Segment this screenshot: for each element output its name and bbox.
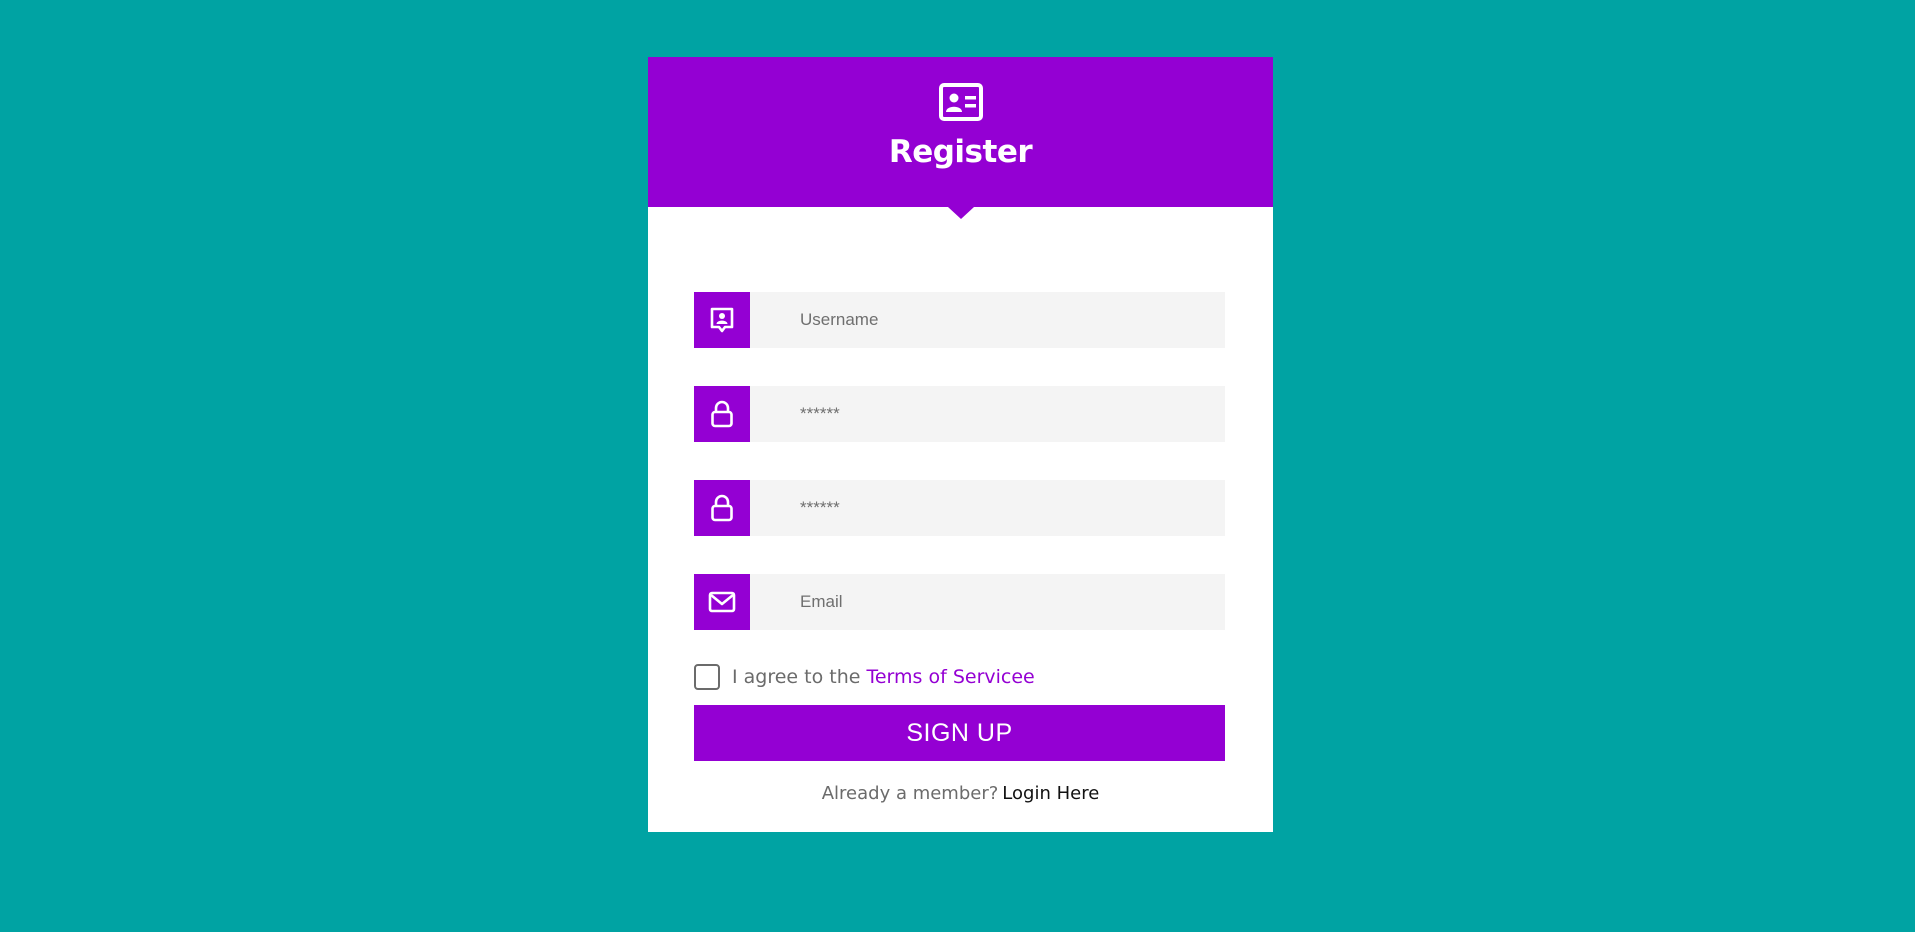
- register-card: Register Username Email I agree to the T…: [648, 57, 1273, 832]
- username-input[interactable]: [750, 292, 1225, 348]
- terms-row: I agree to the Terms of Servicee: [694, 664, 1035, 690]
- lock-icon: [711, 400, 733, 428]
- confirm-password-input[interactable]: [750, 480, 1225, 536]
- envelope-icon: [708, 591, 736, 613]
- member-text: Already a member?: [821, 783, 999, 804]
- login-link[interactable]: Login Here: [1002, 783, 1099, 804]
- login-prompt: Already a member? Login Here: [648, 783, 1273, 804]
- id-card-icon: [938, 83, 983, 121]
- username-field: [694, 292, 1225, 348]
- page-title: Register: [888, 134, 1033, 170]
- terms-checkbox[interactable]: [694, 664, 720, 690]
- confirm-password-field: [694, 480, 1225, 536]
- card-header: Register: [648, 57, 1273, 219]
- terms-text: I agree to the: [732, 666, 861, 688]
- terms-link[interactable]: Terms of Servicee: [866, 666, 1034, 688]
- confirm-password-icon-box: [694, 480, 750, 536]
- password-field: [694, 386, 1225, 442]
- email-icon-box: [694, 574, 750, 630]
- email-input[interactable]: [750, 574, 1225, 630]
- user-badge-icon: [710, 307, 734, 333]
- header-pointer: [947, 207, 974, 219]
- username-icon-box: [694, 292, 750, 348]
- lock-icon: [711, 494, 733, 522]
- email-field: [694, 574, 1225, 630]
- password-input[interactable]: [750, 386, 1225, 442]
- password-icon-box: [694, 386, 750, 442]
- signup-button[interactable]: SIGN UP: [694, 705, 1225, 761]
